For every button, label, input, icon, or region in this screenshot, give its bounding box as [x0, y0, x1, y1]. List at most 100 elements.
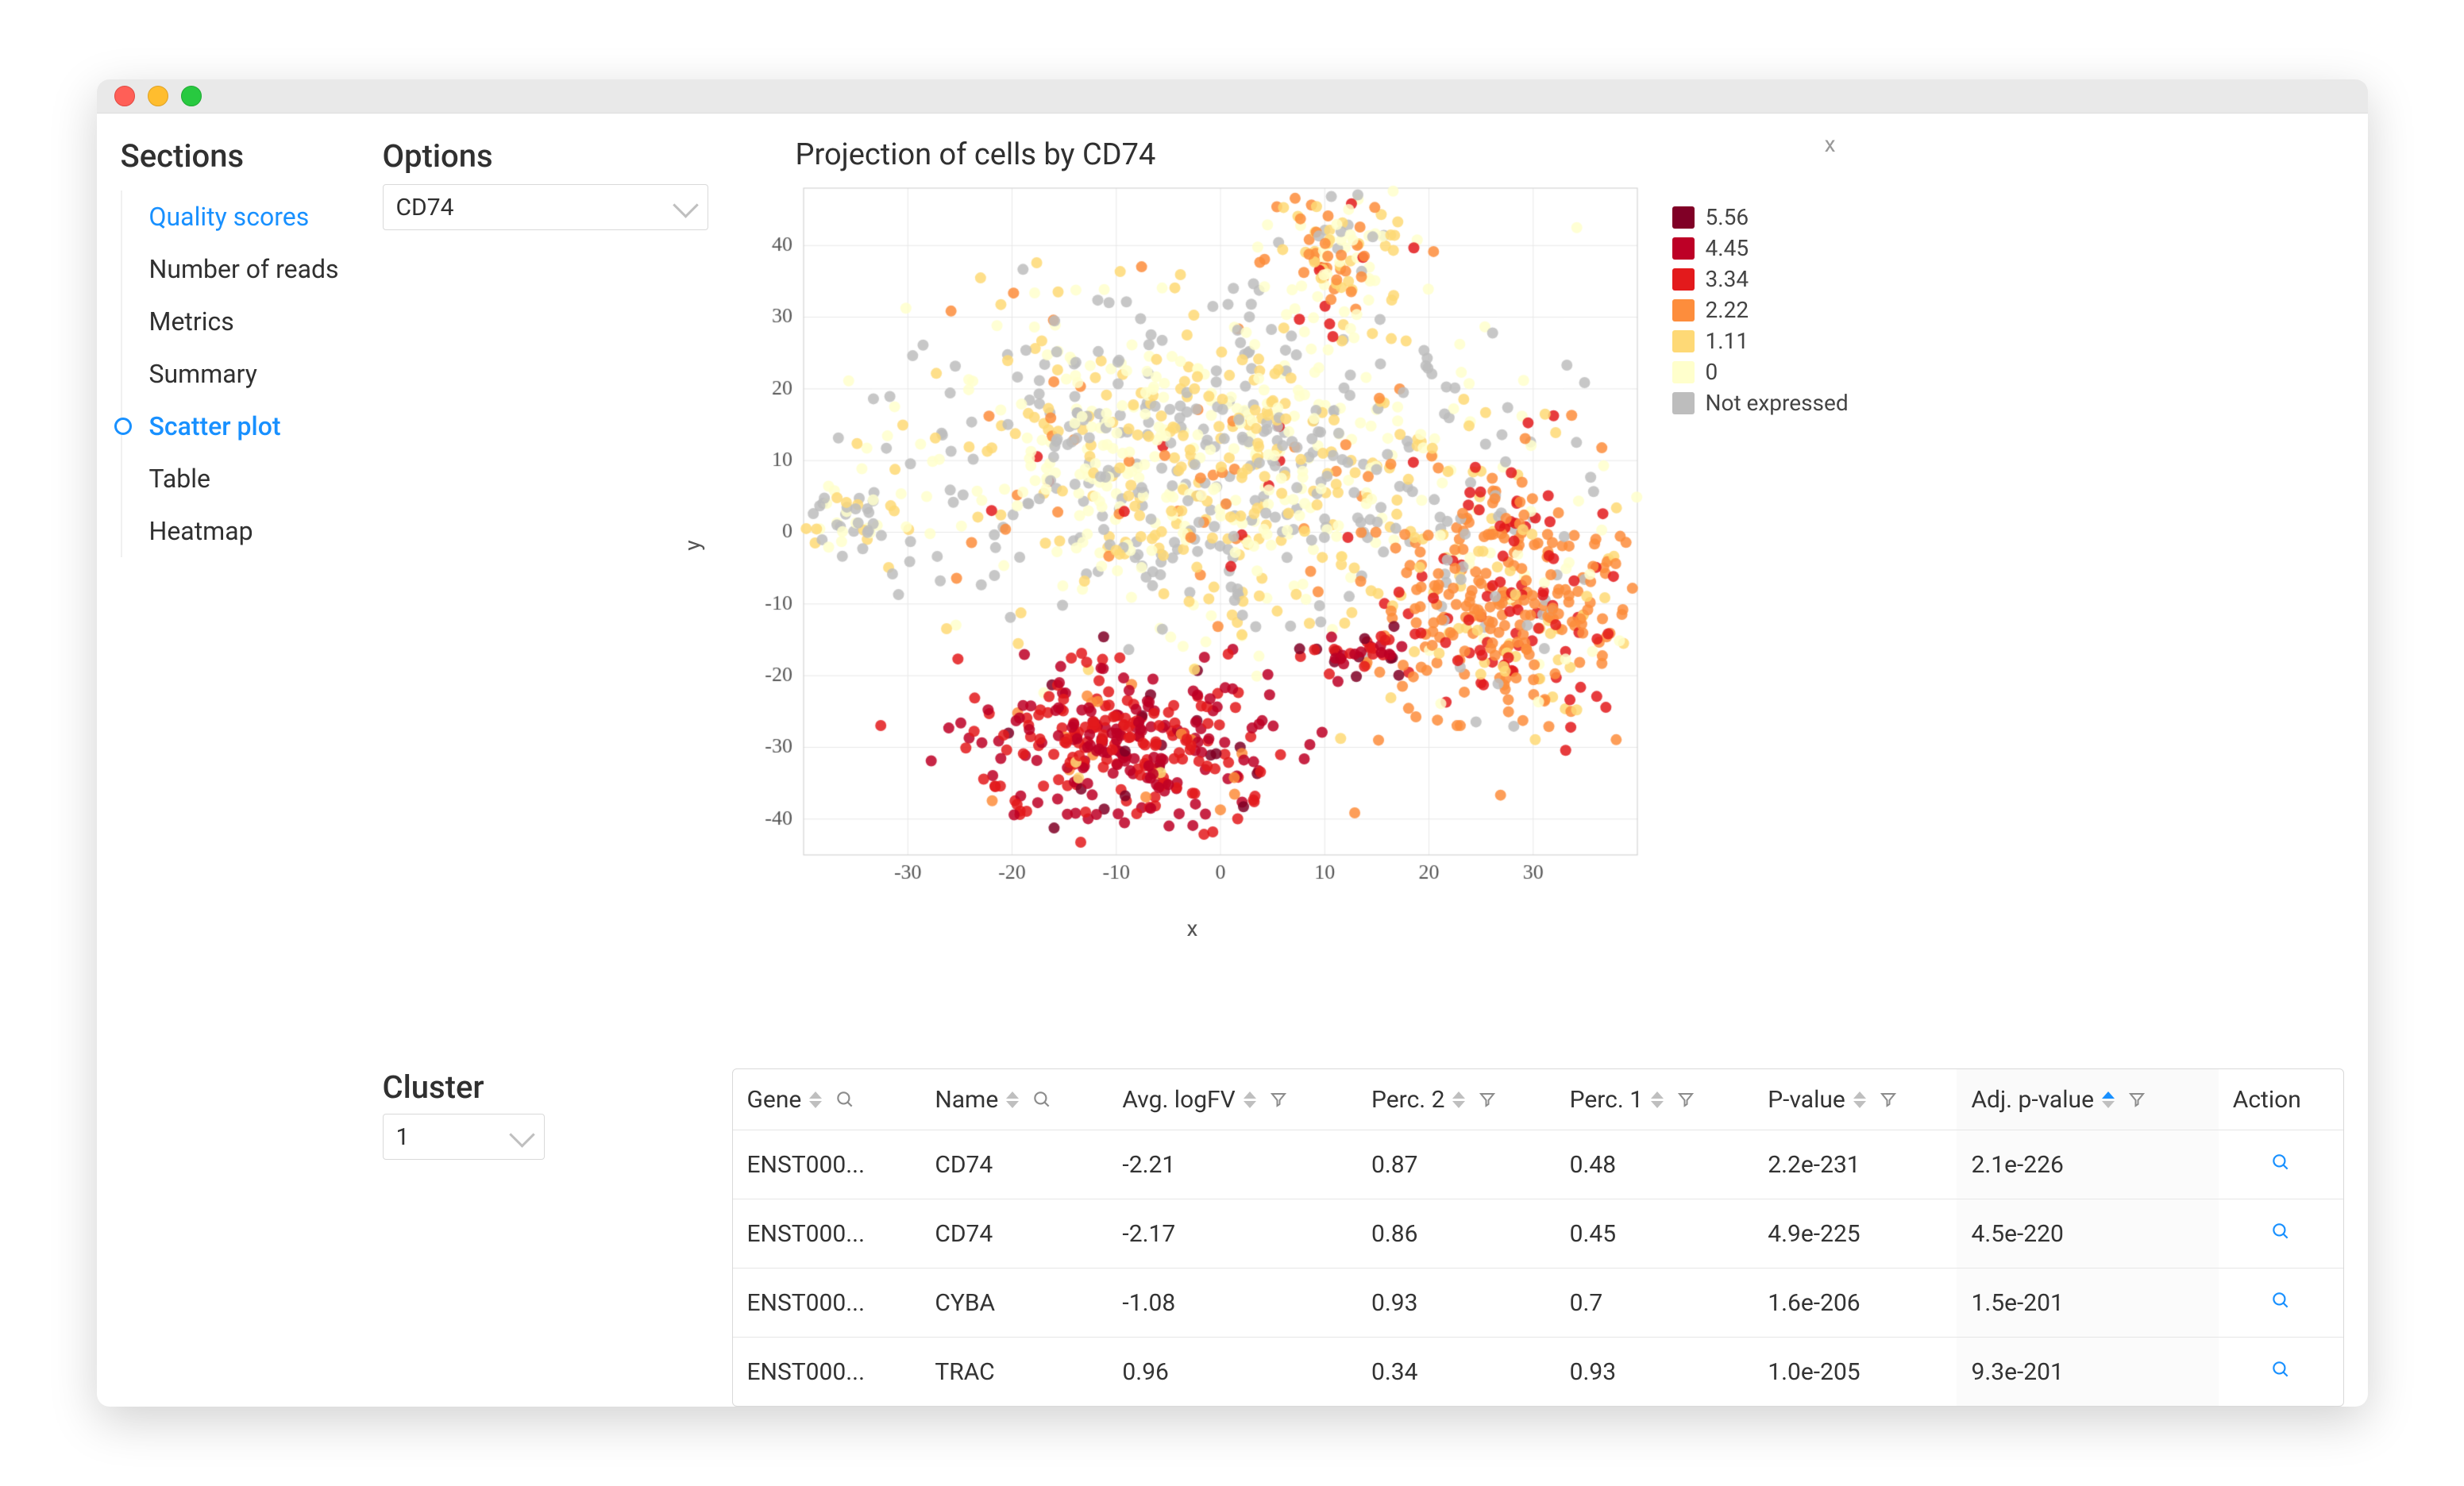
legend-label: Not expressed: [1706, 390, 1849, 416]
sidebar-item-heatmap[interactable]: Heatmap: [149, 505, 359, 557]
cell-p2: 0.86: [1357, 1199, 1556, 1268]
legend-label: 1.11: [1706, 328, 1749, 354]
cell-logfv: -1.08: [1108, 1268, 1357, 1338]
legend-item: Not expressed: [1672, 390, 1879, 416]
anchor-nav: Quality scores Number of reads Metrics Summ…: [121, 191, 359, 557]
column-header-label: P-value: [1768, 1086, 1845, 1114]
sidebar: Sections Quality scoresNumber of readsMe…: [121, 137, 359, 941]
legend-label: 2.22: [1706, 297, 1749, 323]
cell-logfv: 0.96: [1108, 1338, 1357, 1407]
sidebar-item-label: Summary: [149, 359, 257, 389]
column-header-label: Avg. logFV: [1122, 1086, 1235, 1114]
cell-p2: 0.34: [1357, 1338, 1556, 1407]
cell-p2: 0.93: [1357, 1268, 1556, 1338]
chart-title: Projection of cells by CD74: [796, 137, 2344, 172]
sidebar-item-label: Table: [149, 464, 210, 494]
cell-gene: ENST000...: [733, 1130, 921, 1199]
legend-item: 5.56: [1672, 204, 1879, 230]
search-icon[interactable]: [835, 1089, 855, 1110]
results-table: Gene Name Avg. logFV Perc. 2 Perc. 1 P-value A…: [732, 1068, 2344, 1407]
cluster-select[interactable]: 1: [383, 1114, 545, 1160]
cell-gene: ENST000...: [733, 1199, 921, 1268]
cell-apv: 4.5e-220: [1957, 1199, 2218, 1268]
gene-select[interactable]: CD74: [383, 184, 708, 230]
y-axis-label: y: [679, 540, 705, 550]
sort-icon[interactable]: [1452, 1091, 1465, 1108]
cell-p1: 0.45: [1556, 1199, 1754, 1268]
table-row: ENST000...TRAC0.960.340.931.0e-2059.3e-2…: [733, 1338, 2343, 1407]
sidebar-item-quality-scores[interactable]: Quality scores: [149, 191, 359, 243]
cell-pv: 4.9e-225: [1753, 1199, 1957, 1268]
filter-icon[interactable]: [1879, 1090, 1898, 1109]
legend-item: 1.11: [1672, 328, 1879, 354]
sort-icon[interactable]: [1006, 1091, 1019, 1108]
x-axis-label: x: [732, 915, 1653, 941]
cell-pv: 1.0e-205: [1753, 1338, 1957, 1407]
view-action-search-icon[interactable]: [2270, 1290, 2291, 1311]
sidebar-item-summary[interactable]: Summary: [149, 348, 359, 400]
legend-swatch-icon: [1672, 361, 1695, 383]
view-action-search-icon[interactable]: [2270, 1221, 2291, 1242]
legend-swatch-icon: [1672, 206, 1695, 229]
sidebar-item-label: Scatter plot: [149, 411, 281, 441]
filter-icon[interactable]: [1269, 1090, 1288, 1109]
cell-p1: 0.48: [1556, 1130, 1754, 1199]
legend-label: 5.56: [1706, 204, 1749, 230]
column-header-perc-1[interactable]: Perc. 1: [1556, 1069, 1754, 1130]
cell-p1: 0.93: [1556, 1338, 1754, 1407]
search-icon[interactable]: [1031, 1089, 1052, 1110]
column-header-label: Perc. 2: [1371, 1086, 1444, 1114]
filter-icon[interactable]: [1478, 1090, 1497, 1109]
sort-icon[interactable]: [1853, 1091, 1866, 1108]
scatter-plot[interactable]: y: [732, 180, 1653, 910]
legend-label: 4.45: [1706, 235, 1749, 261]
table-row: ENST000...CYBA-1.080.930.71.6e-2061.5e-2…: [733, 1268, 2343, 1338]
options-panel: Options CD74: [383, 137, 708, 941]
close-icon[interactable]: x: [1825, 131, 1836, 157]
column-header-label: Name: [935, 1086, 998, 1114]
sidebar-item-label: Number of reads: [149, 254, 339, 284]
column-header-adj-p-value[interactable]: Adj. p-value: [1957, 1069, 2218, 1130]
sidebar-item-table[interactable]: Table: [149, 452, 359, 505]
sort-icon[interactable]: [2102, 1091, 2115, 1108]
column-header-name[interactable]: Name: [920, 1069, 1108, 1130]
sidebar-item-number-of-reads[interactable]: Number of reads: [149, 243, 359, 295]
column-header-avg-logfv[interactable]: Avg. logFV: [1108, 1069, 1357, 1130]
column-header-p-value[interactable]: P-value: [1753, 1069, 1957, 1130]
cluster-panel: Cluster 1: [383, 1068, 708, 1407]
column-header-gene[interactable]: Gene: [733, 1069, 921, 1130]
cell-pv: 2.2e-231: [1753, 1130, 1957, 1199]
sidebar-item-scatter-plot[interactable]: Scatter plot: [149, 400, 359, 452]
legend-item: 3.34: [1672, 266, 1879, 292]
sort-icon[interactable]: [1651, 1091, 1664, 1108]
cell-name: CD74: [920, 1199, 1108, 1268]
view-action-search-icon[interactable]: [2270, 1359, 2291, 1380]
cell-apv: 2.1e-226: [1957, 1130, 2218, 1199]
legend-swatch-icon: [1672, 268, 1695, 291]
sort-icon[interactable]: [809, 1091, 822, 1108]
app-window: Sections Quality scoresNumber of readsMe…: [97, 79, 2368, 1407]
filter-icon[interactable]: [1676, 1090, 1695, 1109]
cell-name: CYBA: [920, 1268, 1108, 1338]
minimize-window-button[interactable]: [148, 86, 168, 106]
cell-logfv: -2.17: [1108, 1199, 1357, 1268]
cluster-title: Cluster: [383, 1068, 708, 1106]
fullscreen-window-button[interactable]: [181, 86, 202, 106]
sidebar-item-label: Heatmap: [149, 516, 253, 546]
close-window-button[interactable]: [114, 86, 135, 106]
filter-icon[interactable]: [2127, 1090, 2146, 1109]
legend-swatch-icon: [1672, 237, 1695, 260]
column-header-label: Action: [2233, 1086, 2301, 1114]
chevron-down-icon: [509, 1122, 535, 1148]
gene-select-value: CD74: [396, 194, 454, 221]
sort-icon[interactable]: [1244, 1091, 1256, 1108]
cluster-select-value: 1: [396, 1123, 410, 1151]
sidebar-item-metrics[interactable]: Metrics: [149, 295, 359, 348]
legend-item: 4.45: [1672, 235, 1879, 261]
view-action-search-icon[interactable]: [2270, 1152, 2291, 1172]
cell-apv: 1.5e-201: [1957, 1268, 2218, 1338]
titlebar: [97, 79, 2368, 114]
legend-label: 3.34: [1706, 266, 1749, 292]
column-header-action: Action: [2219, 1069, 2343, 1130]
column-header-perc-2[interactable]: Perc. 2: [1357, 1069, 1556, 1130]
